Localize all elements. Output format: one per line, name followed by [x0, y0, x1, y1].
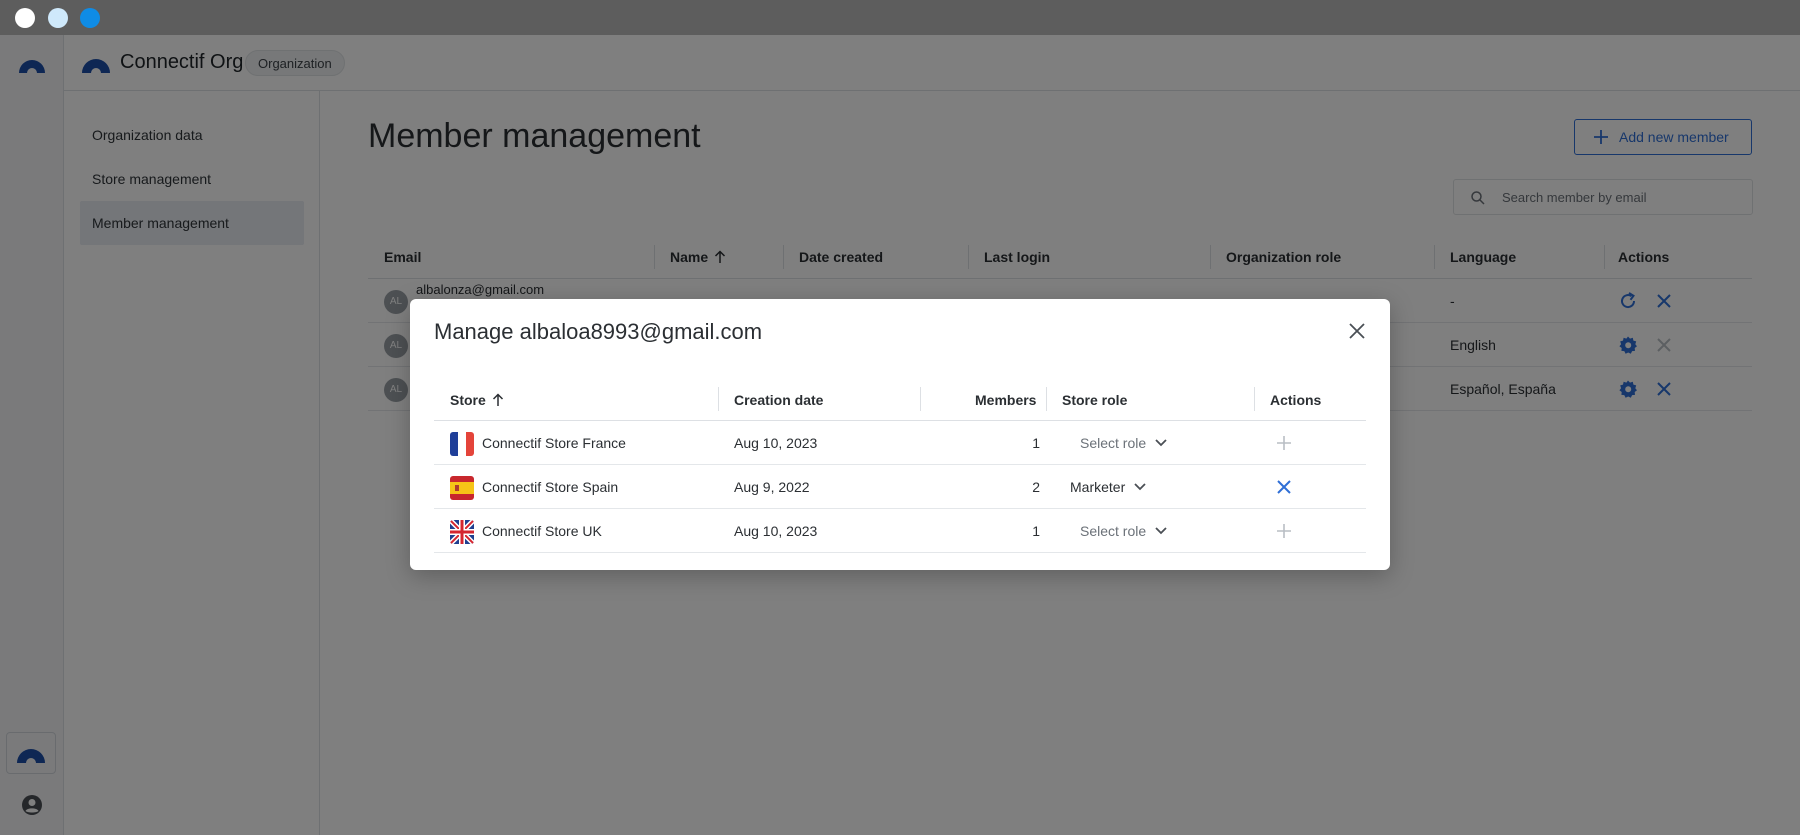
column-store[interactable]: Store	[450, 392, 504, 408]
store-role-value: Select role	[1080, 435, 1147, 451]
table-row: Connectif Store Spain Aug 9, 2022 2 Mark…	[434, 465, 1366, 509]
chevron-down-icon	[1155, 527, 1167, 535]
uk-flag-icon	[450, 520, 474, 544]
column-divider	[1046, 387, 1047, 411]
column-store-label: Store	[450, 392, 486, 408]
window-maximize-dot[interactable]	[80, 8, 100, 28]
store-roles-table: Store Creation date Members Store role A…	[434, 377, 1366, 553]
column-divider	[718, 387, 719, 411]
chevron-down-icon	[1134, 483, 1146, 491]
table-row: Connectif Store UK Aug 10, 2023 1 Select…	[434, 509, 1366, 553]
store-role-value: Select role	[1080, 523, 1147, 539]
dialog-title: Manage albaloa8993@gmail.com	[434, 319, 763, 344]
store-creation-date: Aug 9, 2022	[734, 479, 810, 495]
spain-flag-icon	[450, 476, 474, 500]
store-creation-date: Aug 10, 2023	[734, 435, 818, 451]
manage-member-dialog: Manage albaloa8993@gmail.com Store Creat…	[410, 299, 1390, 570]
store-roles-header: Store Creation date Members Store role A…	[434, 377, 1366, 421]
store-name: Connectif Store Spain	[482, 479, 619, 495]
chevron-down-icon	[1155, 439, 1167, 447]
close-icon[interactable]	[1347, 321, 1367, 341]
table-row: Connectif Store France Aug 10, 2023 1 Se…	[434, 421, 1366, 465]
add-icon[interactable]	[1275, 522, 1293, 540]
column-creation-date[interactable]: Creation date	[734, 392, 823, 408]
remove-icon[interactable]	[1275, 478, 1293, 496]
store-members-count: 1	[1032, 435, 1040, 451]
france-flag-icon	[450, 432, 474, 456]
store-name: Connectif Store UK	[482, 523, 602, 539]
store-members-count: 1	[1032, 523, 1040, 539]
column-divider	[1254, 387, 1255, 411]
store-members-count: 2	[1032, 479, 1040, 495]
window-titlebar	[0, 0, 1800, 35]
column-store-role[interactable]: Store role	[1062, 392, 1127, 408]
window-minimize-dot[interactable]	[48, 8, 68, 28]
column-divider	[920, 387, 921, 411]
column-actions: Actions	[1270, 392, 1322, 408]
store-role-select[interactable]: Marketer	[1070, 473, 1147, 501]
window-close-dot[interactable]	[15, 8, 35, 28]
store-role-select[interactable]: Select role	[1080, 517, 1168, 545]
store-creation-date: Aug 10, 2023	[734, 523, 818, 539]
add-icon[interactable]	[1275, 434, 1293, 452]
store-role-select[interactable]: Select role	[1080, 429, 1168, 457]
store-role-value: Marketer	[1070, 479, 1126, 495]
sort-ascending-icon	[492, 393, 503, 406]
store-name: Connectif Store France	[482, 435, 626, 451]
column-members[interactable]: Members	[975, 392, 1036, 408]
